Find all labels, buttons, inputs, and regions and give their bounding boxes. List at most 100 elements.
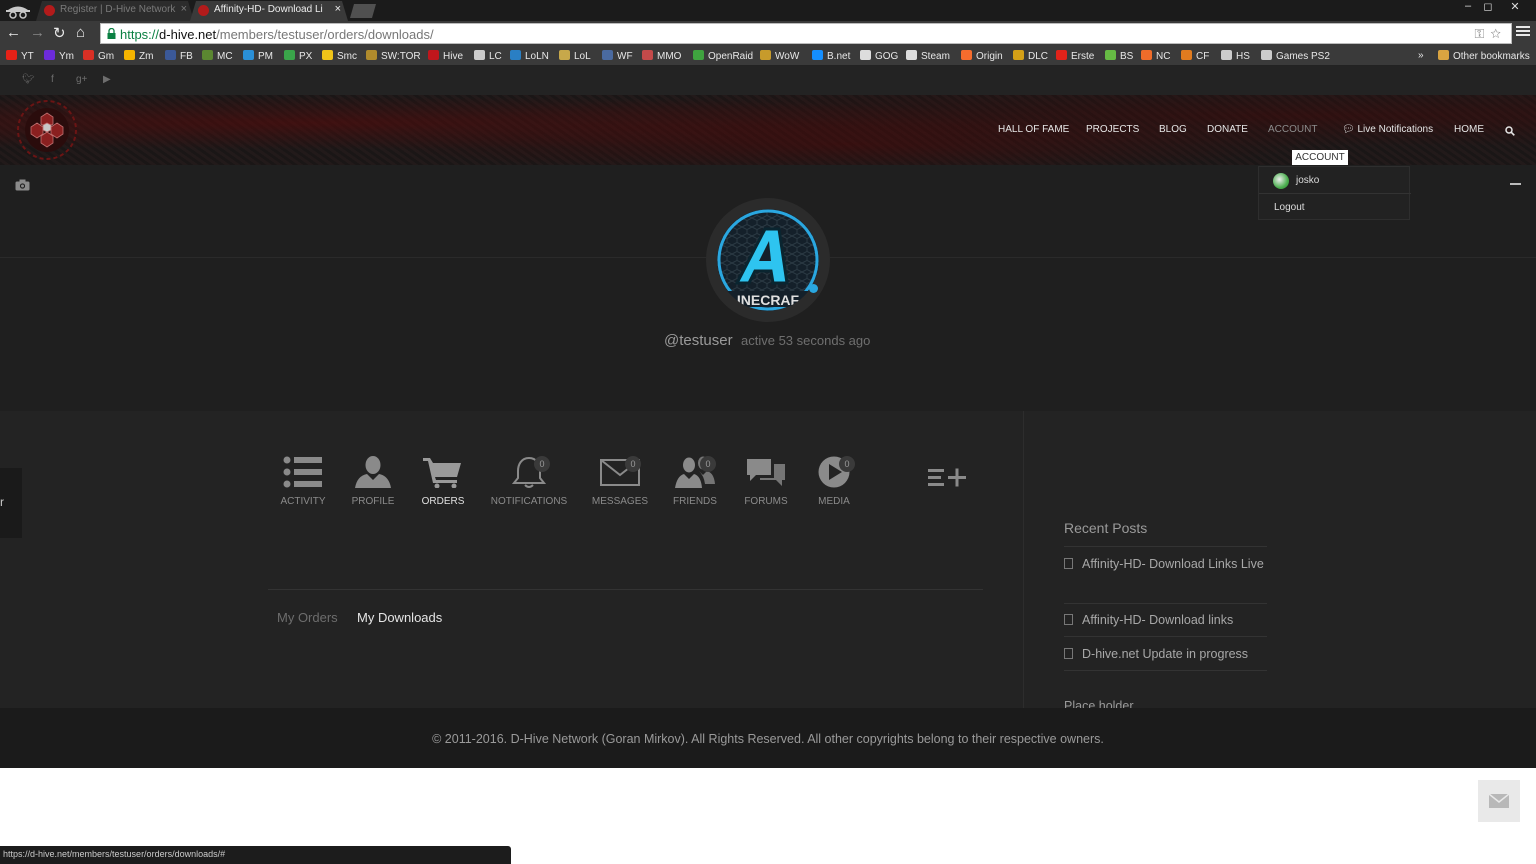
reload-icon[interactable]: ↻ (53, 24, 66, 42)
star-icon[interactable]: ☆ (1490, 26, 1507, 41)
bookmark-item[interactable]: DLC (1013, 50, 1048, 62)
bookmark-favicon-icon (202, 50, 213, 60)
bookmark-item[interactable]: Gm (83, 50, 114, 62)
recent-post-item[interactable]: Affinity-HD- Download Links Live (1064, 553, 1269, 576)
tab-forums[interactable]: FORUMS (731, 456, 801, 507)
side-panel-tab[interactable]: r (0, 468, 22, 538)
nav-hall-of-fame[interactable]: HALL OF FAME (998, 124, 1069, 135)
bookmark-item[interactable]: MC (202, 50, 233, 62)
tab-notifications[interactable]: 0 NOTIFICATIONS (486, 456, 572, 507)
minimize-button[interactable]: – (1458, 0, 1478, 12)
tab-messages[interactable]: 0 MESSAGES (585, 456, 655, 507)
tab-profile[interactable]: PROFILE (338, 456, 408, 507)
website: 🐦︎ f g+ ▶ HALL OF FAME PROJECTS BLOG DON… (0, 66, 1536, 768)
subnav-my-downloads[interactable]: My Downloads (357, 610, 442, 625)
copyright-text: © 2011-2016. D-Hive Network (Goran Mirko… (432, 732, 1104, 746)
bookmark-favicon-icon (906, 50, 917, 60)
bookmark-item[interactable]: WF (602, 50, 633, 62)
key-icon[interactable]: ⚿ (1474, 26, 1490, 41)
nav-account[interactable]: ACCOUNT (1268, 124, 1317, 135)
bookmark-item[interactable]: YT (6, 50, 34, 62)
bookmark-item[interactable]: PX (284, 50, 312, 62)
bookmark-item[interactable]: Steam (906, 50, 950, 62)
bookmark-item[interactable]: Smc (322, 50, 357, 62)
subnav-my-orders[interactable]: My Orders (277, 610, 338, 625)
bookmark-favicon-icon (124, 50, 135, 60)
contact-button[interactable] (1478, 780, 1520, 822)
restore-button[interactable]: ◻ (1478, 0, 1498, 13)
bookmark-item[interactable]: B.net (812, 50, 850, 62)
bookmark-item[interactable]: Games PS2 (1261, 50, 1330, 62)
recent-post-item[interactable]: D-hive.net Update in progress (1064, 643, 1269, 666)
close-tab-icon[interactable]: × (335, 3, 341, 15)
search-icon[interactable] (1505, 126, 1515, 136)
bookmark-item[interactable]: FB (165, 50, 193, 62)
dropdown-user-item[interactable]: josko (1259, 167, 1411, 194)
youtube-icon[interactable]: ▶ (103, 74, 111, 85)
bookmarks-overflow-icon[interactable]: » (1418, 50, 1424, 61)
bookmark-item[interactable]: LC (474, 50, 502, 62)
nav-donate[interactable]: DONATE (1207, 124, 1248, 135)
bookmark-item[interactable]: WoW (760, 50, 799, 62)
recent-posts-title: Recent Posts (1064, 520, 1148, 536)
chrome-menu-icon[interactable] (1516, 25, 1530, 37)
nav-live-notifications[interactable]: 💬︎ Live Notifications (1342, 124, 1433, 135)
logout-link[interactable]: Logout (1274, 202, 1305, 213)
close-window-button[interactable]: ✕ (1505, 0, 1525, 13)
bookmark-item[interactable]: Ym (44, 50, 74, 62)
tab-orders[interactable]: ORDERS (408, 456, 478, 507)
recent-posts-divider (1064, 546, 1267, 547)
tab-register[interactable]: Register | D-Hive Network × (36, 1, 194, 21)
mail-icon (1488, 793, 1510, 808)
dhive-logo-icon[interactable] (16, 99, 78, 161)
profile-avatar[interactable]: INECRAF (717, 209, 819, 311)
nav-blog[interactable]: BLOG (1159, 124, 1187, 135)
document-icon (1064, 558, 1073, 569)
other-bookmarks[interactable]: Other bookmarks (1438, 50, 1530, 62)
tab-activity[interactable]: ACTIVITY (268, 456, 338, 507)
new-tab-button[interactable] (350, 4, 376, 18)
bookmark-item[interactable]: Origin (961, 50, 1003, 62)
nav-projects[interactable]: PROJECTS (1086, 124, 1139, 135)
home-icon[interactable]: ⌂ (76, 24, 85, 41)
collapse-icon[interactable] (1510, 183, 1521, 185)
bookmark-item[interactable]: LoL (559, 50, 591, 62)
address-bar[interactable]: https://d-hive.net/members/testuser/orde… (100, 23, 1512, 44)
bookmark-item[interactable]: CF (1181, 50, 1209, 62)
bookmark-item[interactable]: OpenRaid (693, 50, 753, 62)
tab-media[interactable]: 0 MEDIA (799, 456, 869, 507)
forward-arrow-icon[interactable]: → (30, 24, 45, 41)
folder-icon (1438, 50, 1449, 60)
bookmark-favicon-icon (44, 50, 55, 60)
back-arrow-icon[interactable]: ← (6, 24, 21, 41)
twitter-icon[interactable]: 🐦︎ (22, 74, 35, 85)
bookmark-favicon-icon (284, 50, 295, 60)
more-tabs-icon[interactable] (926, 465, 970, 489)
bookmark-item[interactable]: LoLN (510, 50, 549, 62)
bookmark-favicon-icon (322, 50, 333, 60)
bookmark-item[interactable]: GOG (860, 50, 898, 62)
media-badge: 0 (839, 456, 855, 472)
dropdown-username: josko (1296, 175, 1320, 186)
bookmark-item[interactable]: Erste (1056, 50, 1094, 62)
screen: Register | D-Hive Network × Affinity-HD-… (0, 0, 1536, 864)
nav-home[interactable]: HOME (1454, 124, 1484, 135)
bookmark-item[interactable]: SW:TOR (366, 50, 421, 62)
tab-friends[interactable]: 0 FRIENDS (660, 456, 730, 507)
bookmark-item[interactable]: PM (243, 50, 273, 62)
facebook-icon[interactable]: f (51, 74, 54, 85)
close-tab-icon[interactable]: × (181, 3, 187, 15)
bookmark-item[interactable]: HS (1221, 50, 1250, 62)
bookmark-item[interactable]: BS (1105, 50, 1133, 62)
bookmark-item[interactable]: NC (1141, 50, 1170, 62)
camera-icon[interactable] (15, 179, 30, 191)
bookmark-item[interactable]: Zm (124, 50, 153, 62)
recent-post-item[interactable]: Affinity-HD- Download links (1064, 609, 1269, 632)
lock-icon (107, 28, 116, 39)
site-footer: © 2011-2016. D-Hive Network (Goran Mirko… (0, 708, 1536, 768)
google-plus-icon[interactable]: g+ (76, 74, 87, 85)
bookmark-item[interactable]: MMO (642, 50, 681, 62)
bookmark-item[interactable]: Hive (428, 50, 463, 62)
tab-affinity[interactable]: Affinity-HD- Download Li × (190, 1, 348, 21)
list-icon (283, 456, 322, 488)
